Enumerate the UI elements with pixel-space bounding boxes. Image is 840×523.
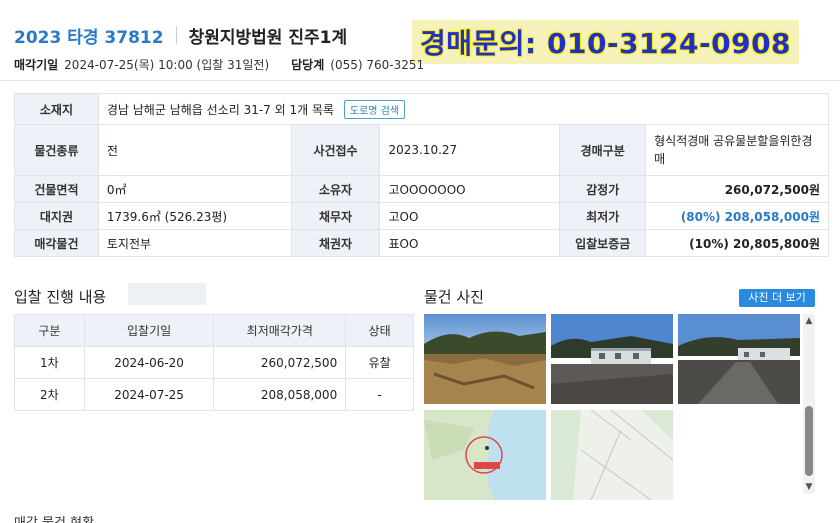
location-value: 경남 남해군 남해읍 선소리 31-7 외 1개 목록 — [106, 102, 335, 117]
owner-label: 소유자 — [290, 175, 381, 203]
sale-date-label: 매각기일 — [14, 58, 59, 72]
auction-type-label: 경매구분 — [559, 124, 647, 176]
receipt-value: 2023.10.27 — [379, 124, 561, 176]
table-row: 2차 2024-07-25 208,058,000 - — [14, 378, 414, 411]
sale-status-title: 매각 물건 현황 — [14, 512, 94, 523]
building-area-value: 0㎡ — [97, 175, 292, 203]
deposit-label: 입찰보증금 — [559, 229, 647, 257]
bid-min-price: 260,072,500 — [213, 346, 347, 379]
dept-value: (055) 760-3251 — [330, 57, 425, 72]
scrollbar-thumb[interactable] — [805, 406, 813, 476]
contact-banner: 경매문의: 010-3124-0908 — [412, 20, 800, 64]
bid-status: 유찰 — [345, 346, 414, 379]
table-row: 1차 2024-06-20 260,072,500 유찰 — [14, 346, 414, 379]
debtor-label: 채무자 — [290, 202, 381, 230]
land-value: 1739.6㎡ (526.23평) — [97, 202, 292, 230]
sale-date-value: 2024-07-25(목) 10:00 (입찰 31일전) — [64, 58, 270, 72]
property-map-2[interactable] — [551, 410, 673, 500]
owner-value: 고OOOOOOO — [379, 175, 561, 203]
bid-round: 1차 — [14, 346, 85, 379]
case-number: 2023 타경 37812 — [14, 27, 164, 48]
land-label: 대지권 — [14, 202, 99, 230]
type-label: 물건종류 — [14, 124, 99, 176]
min-price-label: 최저가 — [559, 202, 647, 230]
property-info-table: 소재지 경남 남해군 남해읍 선소리 31-7 외 1개 목록 도로명 검색 물… — [14, 93, 830, 257]
deposit-value: (10%) 20,805,800원 — [645, 229, 829, 257]
more-photos-button[interactable]: 사진 더 보기 — [739, 289, 815, 307]
location-cell: 경남 남해군 남해읍 선소리 31-7 외 1개 목록 도로명 검색 — [97, 93, 830, 125]
case-header: 2023 타경 37812 창원지방법원 진주1계 — [14, 22, 347, 48]
bid-header-round: 구분 — [14, 314, 85, 347]
bid-status: - — [345, 378, 414, 411]
debtor-value: 고OO — [379, 202, 561, 230]
bid-history-table: 구분 입찰기일 최저매각가격 상태 1차 2024-06-20 260,072,… — [14, 314, 414, 411]
appraisal-label: 감정가 — [559, 175, 647, 203]
bid-section-title: 입찰 진행 내용 — [14, 288, 107, 306]
appraisal-value: 260,072,500원 — [645, 175, 829, 203]
property-map-1[interactable] — [424, 410, 546, 500]
road-name-search-button[interactable]: 도로명 검색 — [343, 99, 406, 119]
scroll-down-icon[interactable]: ▼ — [803, 481, 815, 493]
sale-item-label: 매각물건 — [14, 229, 99, 257]
location-label: 소재지 — [14, 93, 99, 125]
creditor-value: 표OO — [379, 229, 561, 257]
header-rule — [0, 80, 840, 81]
blurred-region — [128, 283, 206, 305]
bid-min-price: 208,058,000 — [213, 378, 347, 411]
bid-header-min-price: 최저매각가격 — [213, 314, 347, 347]
header-divider — [175, 26, 177, 44]
creditor-label: 채권자 — [290, 229, 381, 257]
scroll-up-icon[interactable]: ▲ — [803, 315, 815, 327]
bid-header-status: 상태 — [345, 314, 414, 347]
bid-date: 2024-06-20 — [83, 346, 215, 379]
property-photo-1[interactable] — [424, 314, 546, 404]
type-value: 전 — [97, 124, 292, 176]
receipt-label: 사건접수 — [290, 124, 381, 176]
court-name: 창원지방법원 진주1계 — [188, 27, 348, 48]
property-photo-3[interactable] — [678, 314, 800, 404]
bid-header-date: 입찰기일 — [83, 314, 215, 347]
photo-section-title: 물건 사진 — [424, 288, 484, 306]
sale-meta: 매각기일 2024-07-25(목) 10:00 (입찰 31일전) 담당계 (… — [14, 56, 424, 73]
sale-item-value: 토지전부 — [97, 229, 292, 257]
auction-type-value: 형식적경매 공유물분할을위한경매 — [645, 124, 829, 176]
min-price-value: (80%) 208,058,000원 — [645, 202, 829, 230]
bid-round: 2차 — [14, 378, 85, 411]
property-photo-2[interactable] — [551, 314, 673, 404]
dept-label: 담당계 — [291, 58, 325, 72]
building-area-label: 건물면적 — [14, 175, 99, 203]
bid-date: 2024-07-25 — [83, 378, 215, 411]
